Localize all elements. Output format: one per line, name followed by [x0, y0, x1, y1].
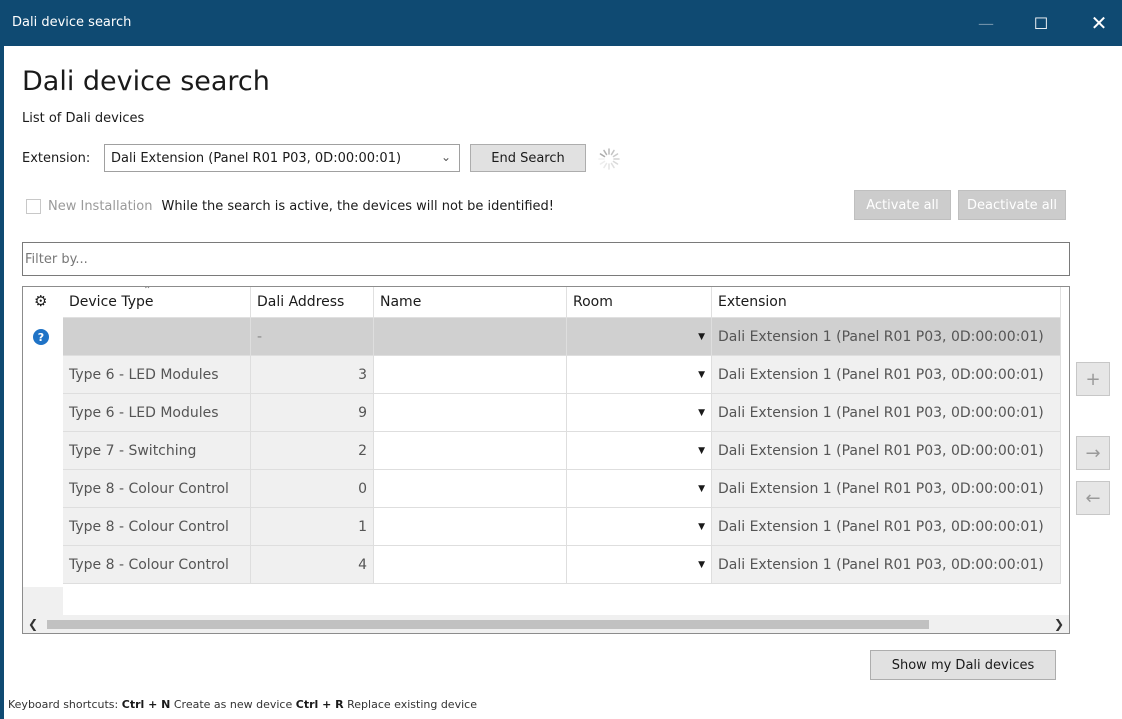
cell-extension[interactable]: Dali Extension 1 (Panel R01 P03, 0D:00:0… [712, 356, 1061, 394]
cell-name[interactable] [374, 546, 567, 584]
activate-all-button[interactable]: Activate all [854, 190, 951, 220]
keyboard-shortcuts: Keyboard shortcuts: Ctrl + N Create as n… [8, 698, 477, 711]
cell-name[interactable] [374, 394, 567, 432]
loading-spinner-icon [598, 148, 620, 170]
extension-selected-value: Dali Extension (Panel R01 P03, 0D:00:00:… [111, 150, 402, 166]
title-bar: Dali device search — ☐ ✕ [0, 0, 1122, 46]
cell-dali-address[interactable]: 3 [251, 356, 374, 394]
horizontal-scrollbar[interactable]: ❮ ❯ [23, 615, 1069, 633]
dropdown-triangle-icon: ▼ [698, 369, 705, 380]
cell-device-type[interactable] [63, 318, 251, 356]
move-left-button[interactable]: ← [1076, 481, 1110, 515]
scrollbar-thumb[interactable] [47, 620, 929, 629]
cell-dali-address[interactable]: 4 [251, 546, 374, 584]
shortcut-key-replace: Ctrl + R [295, 698, 344, 711]
table-row[interactable]: Type 8 - Colour Control 0 ▼ Dali Extensi… [63, 470, 1063, 508]
cell-dali-address[interactable]: 1 [251, 508, 374, 546]
add-button[interactable]: + [1076, 362, 1110, 396]
row-gutter: ⚙ ? [23, 287, 63, 615]
cell-name[interactable] [374, 470, 567, 508]
scroll-right-icon[interactable]: ❯ [1054, 615, 1064, 633]
cell-device-type[interactable]: Type 7 - Switching [63, 432, 251, 470]
end-search-button[interactable]: End Search [470, 144, 586, 172]
cell-dali-address[interactable]: 2 [251, 432, 374, 470]
dropdown-triangle-icon: ▼ [698, 445, 705, 456]
cell-room-dropdown[interactable]: ▼ [567, 432, 712, 470]
close-button[interactable]: ✕ [1076, 0, 1122, 46]
cell-device-type[interactable]: Type 8 - Colour Control [63, 546, 251, 584]
shortcuts-prefix: Keyboard shortcuts: [8, 698, 119, 711]
move-right-button[interactable]: → [1076, 436, 1110, 470]
maximize-button[interactable]: ☐ [1018, 0, 1064, 46]
device-table: ⚙ ? Device Type ⌃ Dali Address Name Room… [22, 286, 1070, 634]
chevron-down-icon: ⌄ [440, 150, 451, 164]
new-installation-row: New Installation While the search is act… [26, 196, 554, 216]
cell-extension[interactable]: Dali Extension 1 (Panel R01 P03, 0D:00:0… [712, 432, 1061, 470]
new-installation-checkbox[interactable] [26, 198, 41, 214]
extension-select[interactable]: Dali Extension (Panel R01 P03, 0D:00:00:… [104, 144, 460, 172]
cell-extension[interactable]: Dali Extension 1 (Panel R01 P03, 0D:00:0… [712, 318, 1061, 356]
window-edge [0, 46, 4, 719]
cell-room-dropdown[interactable]: ▼ [567, 546, 712, 584]
cell-dali-address[interactable]: 0 [251, 470, 374, 508]
column-header-extension[interactable]: Extension [712, 287, 1061, 318]
shortcut-key-new: Ctrl + N [121, 698, 171, 711]
dropdown-triangle-icon: ▼ [698, 483, 705, 494]
page-title: Dali device search [22, 66, 270, 97]
cell-extension[interactable]: Dali Extension 1 (Panel R01 P03, 0D:00:0… [712, 546, 1061, 584]
cell-room-dropdown[interactable]: ▼ [567, 356, 712, 394]
minimize-button[interactable]: — [963, 0, 1009, 46]
cell-room-dropdown[interactable]: ▼ [567, 470, 712, 508]
show-my-dali-devices-button[interactable]: Show my Dali devices [870, 650, 1056, 680]
cell-room-dropdown[interactable]: ▼ [567, 394, 712, 432]
cell-device-type[interactable]: Type 8 - Colour Control [63, 508, 251, 546]
column-header-dali-address[interactable]: Dali Address [251, 287, 374, 318]
extension-label: Extension: [22, 151, 91, 166]
dropdown-triangle-icon: ▼ [698, 407, 705, 418]
column-header-device-type[interactable]: Device Type ⌃ [63, 287, 251, 318]
cell-dali-address[interactable]: - [251, 318, 374, 356]
table-row[interactable]: Type 8 - Colour Control 4 ▼ Dali Extensi… [63, 546, 1063, 584]
gutter-empty [23, 587, 63, 615]
cell-extension[interactable]: Dali Extension 1 (Panel R01 P03, 0D:00:0… [712, 508, 1061, 546]
table-row[interactable]: Type 7 - Switching 2 ▼ Dali Extension 1 … [63, 432, 1063, 470]
cell-name[interactable] [374, 508, 567, 546]
cell-extension[interactable]: Dali Extension 1 (Panel R01 P03, 0D:00:0… [712, 394, 1061, 432]
help-icon[interactable]: ? [33, 329, 49, 345]
cell-device-type[interactable]: Type 6 - LED Modules [63, 356, 251, 394]
cell-room-dropdown[interactable]: ▼ [567, 318, 712, 356]
search-warning: While the search is active, the devices … [161, 198, 554, 214]
column-header-label: Device Type [69, 294, 154, 310]
page-subtitle: List of Dali devices [22, 111, 145, 126]
dropdown-triangle-icon: ▼ [698, 559, 705, 570]
cell-device-type[interactable]: Type 6 - LED Modules [63, 394, 251, 432]
deactivate-all-button[interactable]: Deactivate all [958, 190, 1066, 220]
cell-name[interactable] [374, 432, 567, 470]
scroll-left-icon[interactable]: ❮ [28, 615, 38, 633]
table-row[interactable]: Type 6 - LED Modules 9 ▼ Dali Extension … [63, 394, 1063, 432]
gear-icon[interactable]: ⚙ [34, 292, 47, 310]
cell-name[interactable] [374, 318, 567, 356]
sort-ascending-icon: ⌃ [143, 286, 152, 296]
shortcut-action-replace: Replace existing device [347, 698, 477, 711]
cell-room-dropdown[interactable]: ▼ [567, 508, 712, 546]
cell-dali-address[interactable]: 9 [251, 394, 374, 432]
window-title: Dali device search [12, 15, 132, 30]
new-installation-label: New Installation [48, 198, 153, 214]
table-row[interactable]: Type 6 - LED Modules 3 ▼ Dali Extension … [63, 356, 1063, 394]
cell-device-type[interactable]: Type 8 - Colour Control [63, 470, 251, 508]
dropdown-triangle-icon: ▼ [698, 331, 705, 342]
table-row-new[interactable]: - ▼ Dali Extension 1 (Panel R01 P03, 0D:… [63, 318, 1063, 356]
column-header-name[interactable]: Name [374, 287, 567, 318]
shortcut-action-new: Create as new device [173, 698, 293, 711]
table-row[interactable]: Type 8 - Colour Control 1 ▼ Dali Extensi… [63, 508, 1063, 546]
cell-name[interactable] [374, 356, 567, 394]
dropdown-triangle-icon: ▼ [698, 521, 705, 532]
cell-extension[interactable]: Dali Extension 1 (Panel R01 P03, 0D:00:0… [712, 470, 1061, 508]
filter-input[interactable]: Filter by... [22, 242, 1070, 276]
column-header-room[interactable]: Room [567, 287, 712, 318]
